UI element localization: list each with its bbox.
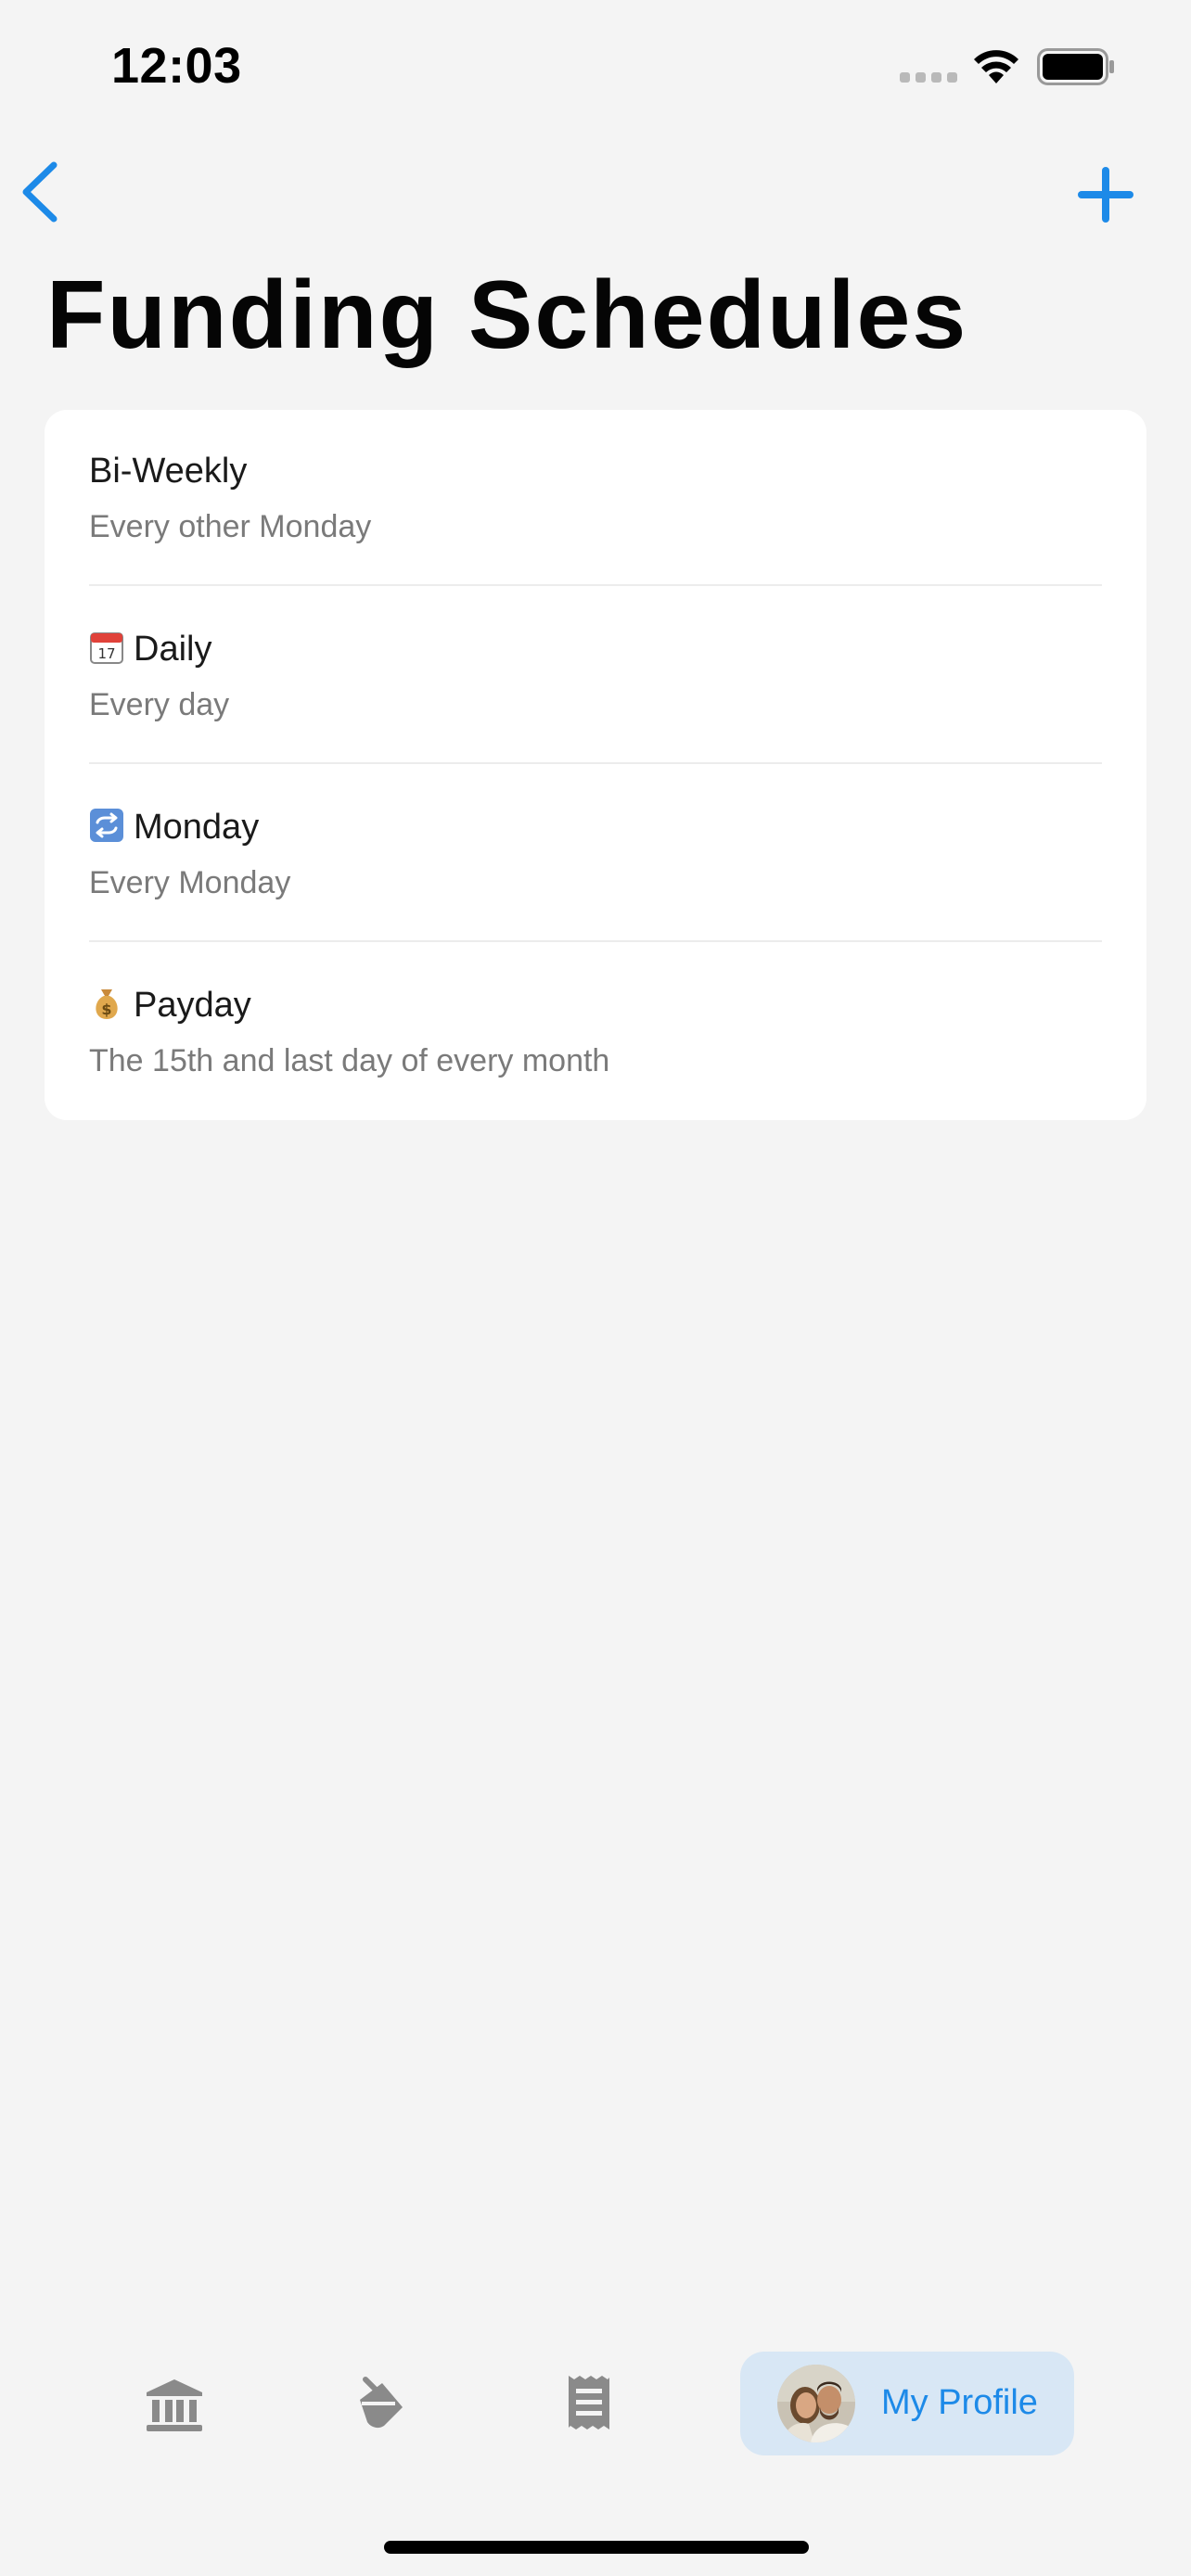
list-item-subtitle: Every other Monday (89, 509, 372, 544)
avatar-photo (777, 2365, 855, 2442)
avatar (777, 2365, 855, 2442)
back-button[interactable] (17, 159, 65, 224)
list-item-bi-weekly[interactable]: Bi-Weekly Every other Monday (45, 410, 1146, 588)
list-item-title: Bi-Weekly (89, 452, 248, 491)
list-item-monday[interactable]: Monday Every Monday (45, 766, 1146, 944)
page-title: Funding Schedules (46, 261, 968, 369)
receipt-icon (569, 2376, 609, 2429)
divider (89, 940, 1102, 942)
status-bar: 12:03 (0, 0, 1191, 139)
list-item-title: 17 Daily (89, 627, 211, 671)
cellular-signal-icon (900, 72, 957, 85)
list-item-title: $ Payday (89, 983, 251, 1027)
add-button[interactable] (1076, 165, 1135, 224)
bank-icon (147, 2379, 202, 2431)
paint-bucket-icon (360, 2377, 403, 2429)
money-bag-emoji-icon: $ (96, 989, 118, 1019)
divider (89, 762, 1102, 764)
tab-budget[interactable] (334, 2352, 427, 2455)
list-item-subtitle: Every day (89, 687, 230, 722)
tab-transactions[interactable] (543, 2352, 635, 2455)
calendar-emoji-icon: 17 (90, 632, 123, 664)
tab-my-profile[interactable]: My Profile (740, 2352, 1074, 2455)
list-item-payday[interactable]: $ Payday The 15th and last day of every … (45, 944, 1146, 1122)
svg-text:$: $ (101, 1001, 111, 1018)
schedules-list: Bi-Weekly Every other Monday 17 Daily Ev… (45, 410, 1146, 1120)
divider (89, 584, 1102, 586)
status-time: 12:03 (111, 38, 242, 94)
home-indicator (384, 2541, 809, 2554)
repeat-emoji-icon (90, 809, 123, 842)
list-item-title: Monday (89, 805, 259, 849)
svg-text:17: 17 (97, 645, 115, 662)
tab-accounts[interactable] (128, 2352, 221, 2455)
battery-icon (1037, 48, 1114, 85)
wifi-icon (974, 50, 1018, 83)
profile-tab-label: My Profile (881, 2383, 1038, 2422)
list-item-daily[interactable]: 17 Daily Every day (45, 588, 1146, 766)
list-item-subtitle: The 15th and last day of every month (89, 1043, 610, 1078)
list-item-subtitle: Every Monday (89, 865, 291, 900)
